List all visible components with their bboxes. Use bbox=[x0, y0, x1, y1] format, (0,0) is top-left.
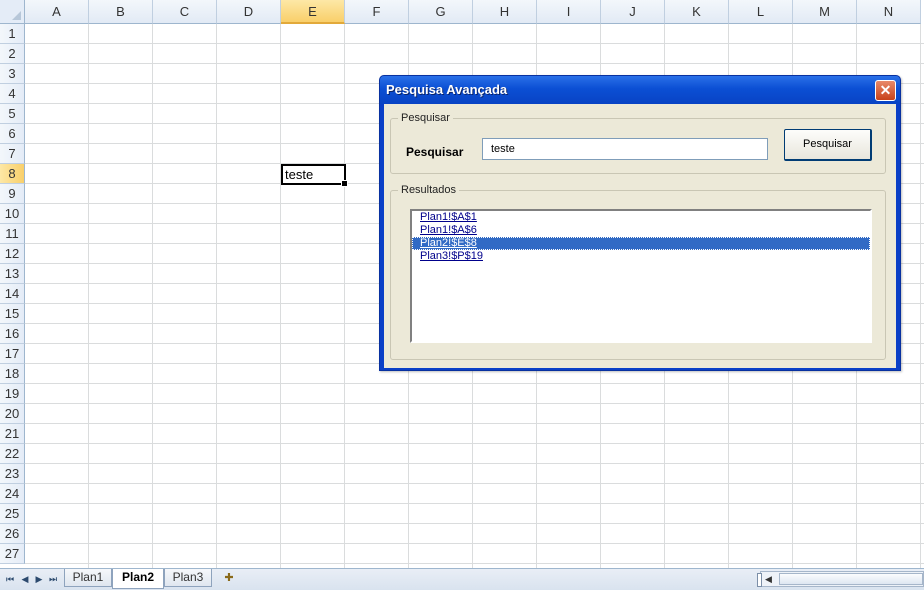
sheet-tab-plan1[interactable]: Plan1 bbox=[64, 569, 112, 587]
active-cell-value: teste bbox=[285, 167, 314, 182]
prev-sheet-icon[interactable]: ◀ bbox=[19, 573, 31, 585]
column-header-c[interactable]: C bbox=[153, 0, 217, 24]
column-headers: ABCDEFGHIJKLMN bbox=[25, 0, 921, 24]
row-header-17[interactable]: 17 bbox=[0, 344, 25, 364]
row-header-18[interactable]: 18 bbox=[0, 364, 25, 384]
row-header-15[interactable]: 15 bbox=[0, 304, 25, 324]
select-all-corner[interactable] bbox=[0, 0, 25, 24]
horizontal-scrollbar[interactable]: ◀ bbox=[757, 571, 924, 587]
dialog-body: Pesquisar Pesquisar teste Pesquisar Resu… bbox=[384, 104, 896, 368]
column-header-a[interactable]: A bbox=[25, 0, 89, 24]
row-header-26[interactable]: 26 bbox=[0, 524, 25, 544]
row-header-23[interactable]: 23 bbox=[0, 464, 25, 484]
column-header-h[interactable]: H bbox=[473, 0, 537, 24]
fill-handle[interactable] bbox=[341, 180, 348, 187]
column-header-n[interactable]: N bbox=[857, 0, 921, 24]
row-header-6[interactable]: 6 bbox=[0, 124, 25, 144]
column-header-g[interactable]: G bbox=[409, 0, 473, 24]
column-header-b[interactable]: B bbox=[89, 0, 153, 24]
close-icon[interactable]: ✕ bbox=[875, 80, 896, 101]
search-button[interactable]: Pesquisar bbox=[784, 129, 872, 161]
row-header-2[interactable]: 2 bbox=[0, 44, 25, 64]
scroll-left-icon[interactable]: ◀ bbox=[765, 572, 772, 586]
search-label: Pesquisar bbox=[406, 145, 464, 159]
column-header-i[interactable]: I bbox=[537, 0, 601, 24]
column-header-d[interactable]: D bbox=[217, 0, 281, 24]
search-input[interactable]: teste bbox=[482, 138, 768, 160]
result-item[interactable]: Plan1!$A$6 bbox=[412, 224, 870, 237]
row-header-9[interactable]: 9 bbox=[0, 184, 25, 204]
row-header-7[interactable]: 7 bbox=[0, 144, 25, 164]
row-header-20[interactable]: 20 bbox=[0, 404, 25, 424]
row-header-3[interactable]: 3 bbox=[0, 64, 25, 84]
row-header-11[interactable]: 11 bbox=[0, 224, 25, 244]
row-header-13[interactable]: 13 bbox=[0, 264, 25, 284]
row-header-19[interactable]: 19 bbox=[0, 384, 25, 404]
row-headers: 1 2 3 4 5 6 7 8 9 10 11 12 13 14 15 16 17 18 19 20 21 22 23 24 2… bbox=[0, 24, 25, 564]
row-header-22[interactable]: 22 bbox=[0, 444, 25, 464]
result-item[interactable]: Plan1!$A$1 bbox=[412, 211, 870, 224]
column-header-m[interactable]: M bbox=[793, 0, 857, 24]
row-header-8[interactable]: 8 bbox=[0, 164, 25, 184]
sheet-tab-bar: ⏮ ◀ ▶ ⏭ Plan1 Plan2 Plan3 ✚ ◀ bbox=[0, 568, 924, 590]
column-header-j[interactable]: J bbox=[601, 0, 665, 24]
sheet-tab-plan2[interactable]: Plan2 bbox=[112, 569, 164, 589]
scroll-thumb[interactable] bbox=[779, 573, 923, 585]
dialog-title-bar[interactable]: Pesquisa Avançada ✕ bbox=[380, 76, 900, 104]
row-header-10[interactable]: 10 bbox=[0, 204, 25, 224]
row-header-27[interactable]: 27 bbox=[0, 544, 25, 564]
results-group-label: Resultados bbox=[401, 184, 457, 196]
row-header-21[interactable]: 21 bbox=[0, 424, 25, 444]
result-item[interactable]: Plan3!$P$19 bbox=[412, 250, 870, 263]
insert-sheet-icon[interactable]: ✚ bbox=[218, 571, 240, 586]
row-header-16[interactable]: 16 bbox=[0, 324, 25, 344]
column-header-f[interactable]: F bbox=[345, 0, 409, 24]
row-header-24[interactable]: 24 bbox=[0, 484, 25, 504]
active-cell-e8[interactable]: teste bbox=[281, 164, 348, 187]
advanced-search-dialog: Pesquisa Avançada ✕ Pesquisar Pesquisar … bbox=[379, 75, 901, 371]
row-header-14[interactable]: 14 bbox=[0, 284, 25, 304]
dialog-title: Pesquisa Avançada bbox=[386, 82, 508, 97]
first-sheet-icon[interactable]: ⏮ bbox=[4, 573, 16, 585]
row-header-1[interactable]: 1 bbox=[0, 24, 25, 44]
sheet-tab-plan3[interactable]: Plan3 bbox=[164, 569, 212, 587]
last-sheet-icon[interactable]: ⏭ bbox=[47, 573, 59, 585]
results-list[interactable]: Plan1!$A$1 Plan1!$A$6 Plan2!$E$8 Plan3!$… bbox=[410, 209, 872, 343]
column-header-l[interactable]: L bbox=[729, 0, 793, 24]
next-sheet-icon[interactable]: ▶ bbox=[33, 573, 45, 585]
column-header-k[interactable]: K bbox=[665, 0, 729, 24]
result-item[interactable]: Plan2!$E$8 bbox=[412, 237, 870, 250]
tab-splitter-handle[interactable] bbox=[757, 573, 762, 587]
row-header-4[interactable]: 4 bbox=[0, 84, 25, 104]
row-header-5[interactable]: 5 bbox=[0, 104, 25, 124]
search-group-label: Pesquisar bbox=[401, 112, 450, 124]
row-header-12[interactable]: 12 bbox=[0, 244, 25, 264]
column-header-e[interactable]: E bbox=[281, 0, 345, 24]
row-header-25[interactable]: 25 bbox=[0, 504, 25, 524]
